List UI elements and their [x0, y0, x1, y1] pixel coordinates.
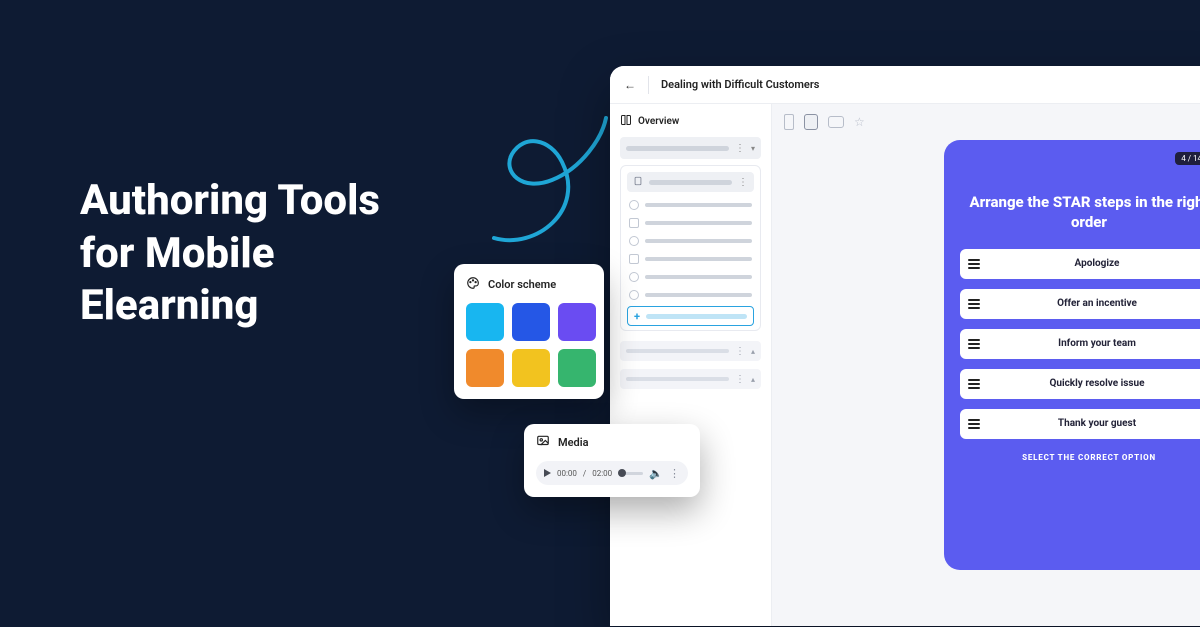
speaker-icon[interactable]: 🔈: [649, 467, 663, 480]
sortable-option[interactable]: Offer an incentive: [960, 289, 1200, 319]
more-icon[interactable]: ⋮: [669, 467, 680, 480]
drag-handle-icon[interactable]: [968, 379, 984, 389]
skeleton-text: [646, 314, 747, 319]
color-swatch[interactable]: [466, 303, 504, 341]
more-icon[interactable]: ⋮: [735, 346, 745, 357]
lesson-header[interactable]: ⋮: [627, 172, 754, 192]
drag-handle-icon[interactable]: [968, 419, 984, 429]
play-icon[interactable]: [544, 469, 551, 477]
sortable-option[interactable]: Apologize: [960, 249, 1200, 279]
collapsed-lesson-row[interactable]: ⋮ ▴: [620, 369, 761, 389]
option-label: Inform your team: [984, 338, 1200, 349]
editor-canvas: ☆ 4 / 14 ⋮ Arrange the STAR steps in the…: [772, 104, 1200, 626]
skeleton-text: [626, 377, 729, 381]
drag-handle-icon[interactable]: [968, 259, 984, 269]
palette-icon: [466, 276, 480, 293]
header-divider: [648, 76, 649, 94]
color-swatch[interactable]: [512, 303, 550, 341]
skeleton-text: [645, 257, 752, 261]
course-title: Dealing with Difficult Customers: [661, 78, 819, 91]
progress-text: 4 / 14: [1181, 154, 1200, 163]
skeleton-text: [649, 180, 732, 185]
skeleton-text: [626, 349, 729, 353]
option-label: Thank your guest: [984, 418, 1200, 429]
slide-type-icon: [629, 254, 639, 264]
color-swatch[interactable]: [512, 349, 550, 387]
color-scheme-card: Color scheme: [454, 264, 604, 399]
skeleton-text: [645, 293, 752, 297]
device-tablet-icon[interactable]: [804, 114, 818, 130]
image-icon: [536, 434, 550, 451]
drag-handle-icon[interactable]: [968, 299, 984, 309]
color-swatch[interactable]: [558, 349, 596, 387]
slide-row[interactable]: [627, 198, 754, 212]
app-header: ← Dealing with Difficult Customers: [610, 66, 1200, 104]
outline-heading: Overview: [620, 114, 761, 129]
media-title: Media: [558, 436, 589, 449]
slide-type-icon: [629, 236, 639, 246]
course-outline-panel: Overview ⋮ ▾ ⋮: [610, 104, 772, 626]
hero-line-2: for Mobile: [80, 228, 380, 281]
slide-row[interactable]: [627, 288, 754, 302]
hero-title: Authoring Tools for Mobile Elearning: [80, 175, 380, 333]
slide-type-icon: [629, 218, 639, 228]
slide-row[interactable]: [627, 270, 754, 284]
doc-icon: [633, 176, 643, 189]
color-swatch[interactable]: [558, 303, 596, 341]
canvas-toolbar: ☆: [784, 114, 1200, 130]
slide-type-icon: [629, 272, 639, 282]
audio-time-total: 02:00: [592, 469, 612, 478]
option-label: Quickly resolve issue: [984, 378, 1200, 389]
sortable-option[interactable]: Inform your team: [960, 329, 1200, 359]
chevron-up-icon[interactable]: ▴: [751, 347, 755, 356]
audio-time-current: 00:00: [557, 469, 577, 478]
skeleton-text: [645, 221, 752, 225]
question-heading: Arrange the STAR steps in the right orde…: [964, 192, 1200, 233]
hero-line-3: Elearning: [80, 280, 380, 333]
plus-icon: +: [634, 310, 640, 323]
swatch-grid: [466, 303, 592, 387]
slide-type-icon: [629, 290, 639, 300]
question-cta: SELECT THE CORRECT OPTION: [960, 453, 1200, 462]
drag-handle-icon[interactable]: [968, 339, 984, 349]
star-icon[interactable]: ☆: [854, 115, 865, 129]
chevron-up-icon[interactable]: ▴: [751, 375, 755, 384]
back-arrow-icon[interactable]: ←: [624, 78, 636, 92]
sortable-option[interactable]: Quickly resolve issue: [960, 369, 1200, 399]
book-icon: [620, 114, 632, 129]
skeleton-text: [645, 203, 752, 207]
chevron-down-icon[interactable]: ▾: [751, 144, 755, 153]
more-icon[interactable]: ⋮: [735, 143, 745, 154]
option-label: Apologize: [984, 258, 1200, 269]
device-folder-icon[interactable]: [828, 116, 844, 128]
hero-line-1: Authoring Tools: [80, 175, 380, 228]
more-icon[interactable]: ⋮: [735, 374, 745, 385]
slide-row[interactable]: [627, 252, 754, 266]
decorative-arrow: [476, 110, 626, 260]
skeleton-text: [645, 239, 752, 243]
collapsed-lesson-row[interactable]: ⋮ ▴: [620, 341, 761, 361]
more-icon[interactable]: ⋮: [738, 177, 748, 188]
outline-label: Overview: [638, 116, 679, 127]
app-window: ← Dealing with Difficult Customers Overv…: [610, 66, 1200, 626]
time-separator: /: [583, 469, 586, 478]
skeleton-text: [645, 275, 752, 279]
color-scheme-title: Color scheme: [488, 278, 556, 291]
audio-player[interactable]: 00:00 / 02:00 🔈 ⋮: [536, 461, 688, 485]
preview-device: 4 / 14 ⋮ Arrange the STAR steps in the r…: [944, 140, 1200, 570]
slide-row[interactable]: [627, 234, 754, 248]
device-phone-icon[interactable]: [784, 114, 794, 130]
add-slide-button[interactable]: +: [627, 306, 754, 326]
sortable-option[interactable]: Thank your guest: [960, 409, 1200, 439]
color-swatch[interactable]: [466, 349, 504, 387]
lesson-block: ⋮ +: [620, 165, 761, 331]
slide-row[interactable]: [627, 216, 754, 230]
slide-type-icon: [629, 200, 639, 210]
progress-badge: 4 / 14 ⋮: [1175, 152, 1200, 165]
skeleton-text: [626, 146, 729, 151]
section-header-row[interactable]: ⋮ ▾: [620, 137, 761, 159]
media-card: Media 00:00 / 02:00 🔈 ⋮: [524, 424, 700, 497]
option-label: Offer an incentive: [984, 298, 1200, 309]
audio-scrubber[interactable]: [618, 472, 643, 475]
